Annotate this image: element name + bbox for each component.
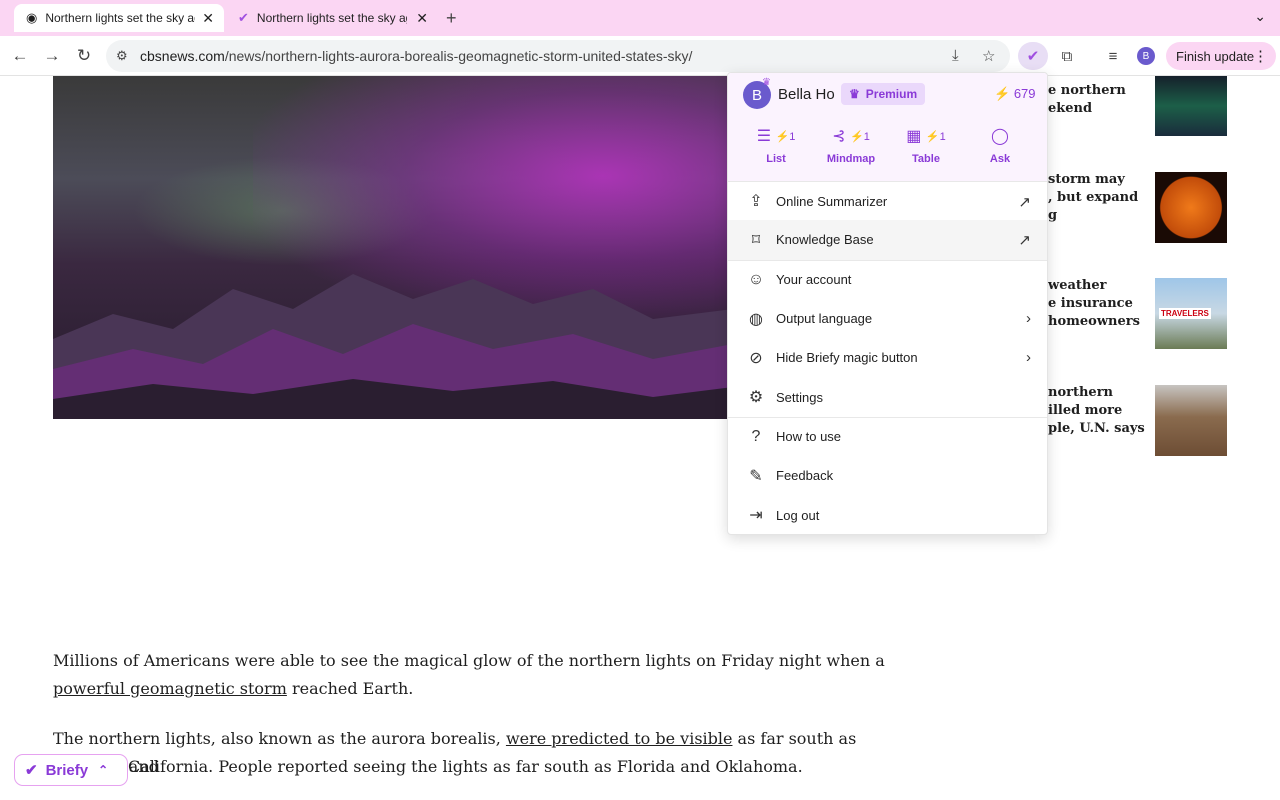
close-tab-icon[interactable]: ✕ — [416, 10, 428, 27]
url-text[interactable]: cbsnews.com/news/northern-lights-aurora-… — [140, 48, 692, 64]
mindmap-action-button[interactable]: ⊰ ⚡1 Mindmap — [811, 123, 891, 165]
menu-item-knowledge-base[interactable]: ⌑ Knowledge Base ↗ — [728, 220, 1047, 260]
eye-off-icon: ⊘ — [749, 349, 763, 367]
browser-tab-active[interactable]: ◉ Northern lights set the sky ag ✕ — [14, 4, 224, 32]
article-hero-image — [53, 76, 733, 419]
article-thumbnail[interactable]: TRAVELERS — [1155, 278, 1227, 349]
sidebar-article-1[interactable]: e northern ekend — [1048, 82, 1126, 118]
premium-badge[interactable]: ♛ Premium — [841, 83, 926, 105]
briefy-icon: ✔ — [238, 10, 249, 25]
briefy-label: Briefy — [45, 761, 89, 779]
predicted-visible-link[interactable]: were predicted to be visible — [506, 729, 733, 748]
more-menu-icon[interactable]: ⋮ — [1253, 47, 1268, 65]
finish-update-button[interactable]: Finish update ⋮ — [1166, 42, 1276, 70]
site-settings-icon[interactable]: ⚙ — [116, 48, 128, 64]
briefy-extension-button[interactable]: ✔ — [1018, 42, 1048, 70]
lightning-icon: ⚡ — [850, 131, 864, 143]
lightning-icon: ⚡ — [994, 86, 1011, 101]
menu-item-how-to-use[interactable]: ? How to use — [728, 416, 1047, 456]
finish-update-label: Finish update — [1176, 48, 1255, 64]
briefy-icon: ✔ — [1026, 48, 1040, 65]
geomagnetic-storm-link[interactable]: powerful geomagnetic storm — [53, 679, 287, 698]
credits-count[interactable]: ⚡ 679 — [994, 86, 1036, 102]
install-app-icon[interactable]: ⤓ — [952, 47, 959, 64]
briefy-floating-button[interactable]: ✔ Briefy ⌃ — [14, 754, 128, 786]
edit-icon: ✎ — [749, 467, 763, 485]
tab-strip: ◉ Northern lights set the sky ag ✕ ✔ Nor… — [0, 0, 1280, 36]
chevron-up-icon: ⌃ — [98, 763, 109, 777]
tab-title: Northern lights set the sky ag — [45, 11, 196, 25]
logout-icon: ⇥ — [749, 507, 763, 525]
article-thumbnail[interactable] — [1155, 172, 1227, 243]
popup-header: B ♛ Bella Ho ♛ Premium ⚡ 679 ☰ ⚡1 List ⊰… — [728, 73, 1047, 181]
menu-item-output-language[interactable]: ◍ Output language › — [728, 299, 1047, 338]
back-button[interactable]: ← — [8, 44, 32, 68]
media-controls-button[interactable]: ≡ — [1098, 42, 1128, 70]
person-icon: ☺ — [747, 270, 765, 288]
extensions-button[interactable]: ⧉ — [1052, 42, 1082, 70]
menu-item-feedback[interactable]: ✎ Feedback — [728, 456, 1047, 495]
browser-toolbar: ← → ↻ ⚙ cbsnews.com/news/northern-lights… — [0, 36, 1280, 76]
tab-title: Northern lights set the sky ag — [256, 11, 407, 25]
user-name: Bella Ho — [778, 86, 835, 103]
briefy-popup-menu: B ♛ Bella Ho ♛ Premium ⚡ 679 ☰ ⚡1 List ⊰… — [727, 72, 1048, 535]
cbs-eye-icon: ◉ — [26, 10, 38, 25]
menu-item-settings[interactable]: ⚙ Settings — [728, 377, 1047, 416]
crown-icon: ♛ — [849, 87, 860, 101]
globe-icon: ◍ — [749, 310, 763, 328]
crown-icon: ♛ — [762, 77, 771, 88]
mountain-silhouette — [53, 274, 733, 419]
menu-item-online-summarizer[interactable]: ⇪ Online Summarizer ↗ — [728, 181, 1047, 220]
thumbnail-sign-text: TRAVELERS — [1159, 308, 1211, 319]
external-link-icon: ↗ — [1018, 232, 1031, 250]
bookmark-icon: ⌑ — [751, 231, 761, 249]
list-icon: ☰ — [756, 128, 772, 145]
forward-button[interactable]: → — [40, 44, 64, 68]
external-link-icon: ↗ — [1018, 194, 1031, 211]
chevron-right-icon: › — [1026, 349, 1031, 367]
table-icon: ▦ — [906, 128, 922, 145]
chat-bubble-icon: ◯ — [991, 128, 1009, 145]
lightning-icon: ⚡ — [925, 131, 940, 143]
close-tab-icon[interactable]: ✕ — [202, 10, 214, 27]
menu-item-hide-magic-button[interactable]: ⊘ Hide Briefy magic button › — [728, 338, 1047, 377]
tab-search-button[interactable]: ⌄ — [1254, 8, 1266, 25]
address-bar[interactable]: ⚙ cbsnews.com/news/northern-lights-auror… — [106, 40, 1010, 72]
browser-tab[interactable]: ✔ Northern lights set the sky ag ✕ — [228, 4, 438, 32]
list-action-button[interactable]: ☰ ⚡1 List — [736, 123, 816, 165]
sidebar-article-3[interactable]: weather e insurance homeowners — [1048, 277, 1140, 331]
profile-avatar[interactable]: B — [1137, 47, 1155, 65]
briefy-icon: ✔ — [25, 762, 38, 779]
menu-item-log-out[interactable]: ⇥ Log out — [728, 495, 1047, 534]
upload-cloud-icon: ⇪ — [749, 193, 763, 211]
ask-action-button[interactable]: ◯ Ask — [960, 123, 1040, 165]
mindmap-icon: ⊰ — [832, 128, 846, 145]
chevron-right-icon: › — [1026, 309, 1031, 327]
sidebar-article-4[interactable]: northern illed more ple, U.N. says — [1048, 384, 1145, 438]
quick-actions: ☰ ⚡1 List ⊰ ⚡1 Mindmap ▦ ⚡1 Table ◯ Ask — [728, 123, 1047, 181]
article-paragraph: Millions of Americans were able to see t… — [53, 651, 885, 698]
lightning-icon: ⚡ — [775, 131, 790, 143]
menu-item-your-account[interactable]: ☺ Your account — [728, 259, 1047, 299]
article-paragraph-continued: California. People reported seeing the l… — [128, 757, 803, 776]
popup-menu-list: ⇪ Online Summarizer ↗ ⌑ Knowledge Base ↗… — [728, 181, 1047, 534]
gear-icon: ⚙ — [748, 389, 764, 407]
help-circle-icon: ? — [751, 427, 761, 445]
sidebar-article-2[interactable]: storm may, but expand g — [1048, 171, 1138, 225]
new-tab-button[interactable]: + — [446, 8, 457, 29]
article-thumbnail[interactable] — [1155, 76, 1227, 136]
bookmark-star-icon[interactable]: ☆ — [982, 47, 995, 65]
table-action-button[interactable]: ▦ ⚡1 Table — [886, 123, 966, 165]
reload-button[interactable]: ↻ — [72, 44, 96, 68]
article-thumbnail[interactable] — [1155, 385, 1227, 456]
